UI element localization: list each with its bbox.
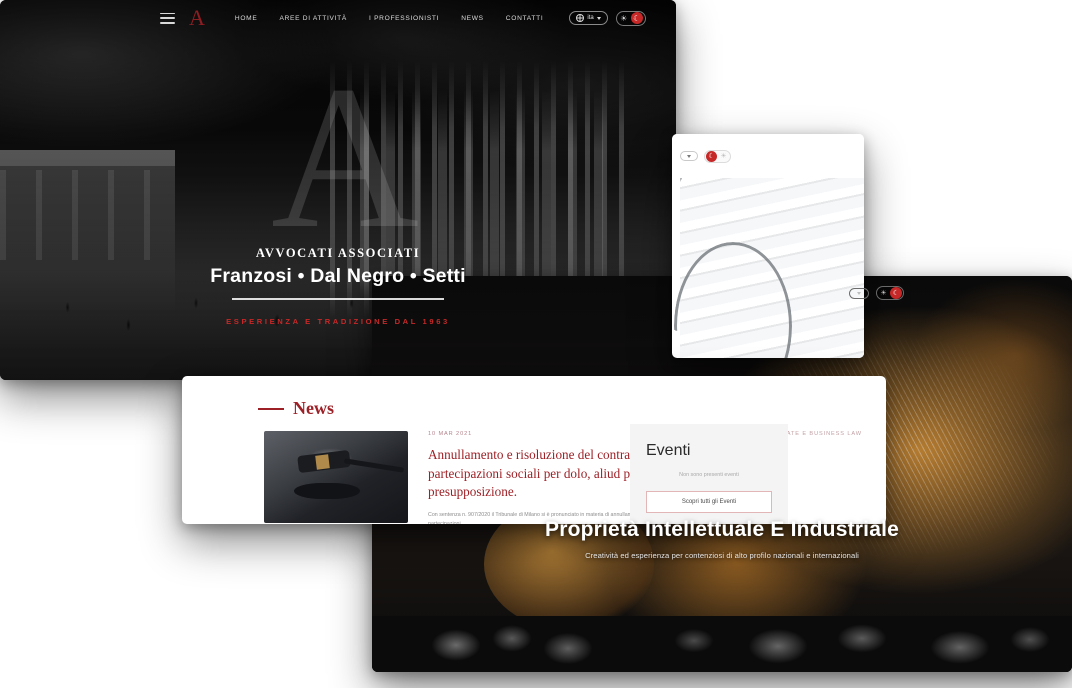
hero-title: Franzosi • Dal Negro • Setti <box>210 265 466 287</box>
news-date: 10 MAR 2021 <box>428 431 473 437</box>
theme-toggle[interactable]: ☀ ☾ <box>615 10 646 26</box>
theme-toggle[interactable]: ☀ ☾ <box>876 286 904 300</box>
documents-navbar: ☾ ☀ <box>672 134 864 178</box>
brand-logo[interactable]: A <box>189 7 205 29</box>
hero-window: A A HOME AREE DI ATTIVITÀ I PROFESSIONIS… <box>0 0 676 380</box>
sun-icon: ☀ <box>720 153 727 160</box>
chevron-down-icon <box>596 16 601 20</box>
gavel-handle-shape <box>343 458 405 473</box>
theme-toggle[interactable]: ☾ ☀ <box>704 149 731 163</box>
eventi-cta-button[interactable]: Scopri tutti gli Eventi <box>646 491 772 513</box>
hero-copy-block: AVVOCATI ASSOCIATI Franzosi • Dal Negro … <box>0 246 676 326</box>
screenshot-stage: A A HOME AREE DI ATTIVITÀ I PROFESSIONIS… <box>0 0 1072 688</box>
sun-icon: ☀ <box>880 290 887 297</box>
eventi-title: Eventi <box>646 442 691 459</box>
primary-navigation: HOME AREE DI ATTIVITÀ I PROFESSIONISTI N… <box>235 15 543 22</box>
documents-photo <box>674 178 864 358</box>
nav-item-i-professionisti[interactable]: I PROFESSIONISTI <box>369 15 439 22</box>
globe-icon <box>576 14 585 22</box>
moon-icon: ☾ <box>706 150 717 162</box>
language-value: ita <box>587 15 594 21</box>
chevron-down-icon <box>857 291 861 295</box>
moon-icon: ☾ <box>890 287 902 299</box>
practice-area-subtitle: Creatività ed esperienza per contenziosi… <box>585 551 859 560</box>
news-section-header: News <box>182 376 886 419</box>
hero-divider <box>232 298 444 300</box>
gavel-band-shape <box>315 454 330 470</box>
practice-area-title: Proprietà Intellettuale E Industriale <box>545 518 899 541</box>
practice-area-copy: Proprietà Intellettuale E Industriale Cr… <box>372 518 1072 560</box>
moon-icon: ☾ <box>630 12 643 24</box>
hamburger-menu-icon[interactable] <box>160 12 175 24</box>
monogram-watermark: A <box>270 44 419 271</box>
eventi-card: Eventi Non sono presenti eventi Scopri t… <box>630 424 788 524</box>
nav-item-news[interactable]: NEWS <box>461 15 484 22</box>
hero-navbar: A HOME AREE DI ATTIVITÀ I PROFESSIONISTI… <box>0 0 676 36</box>
language-selector[interactable] <box>849 287 869 299</box>
navbar-utilities: ita ☀ ☾ <box>569 10 646 26</box>
section-dash-icon <box>258 407 284 410</box>
eventi-empty-message: Non sono presenti eventi <box>679 472 739 478</box>
documents-window: ☾ ☀ <box>672 134 864 358</box>
hero-kicker: AVVOCATI ASSOCIATI <box>255 246 421 260</box>
news-window: News 10 MAR 2021 CORPORATE E BUSINESS LA… <box>182 376 886 524</box>
nav-item-aree-di-attivita[interactable]: AREE DI ATTIVITÀ <box>279 15 347 22</box>
nav-item-contatti[interactable]: CONTATTI <box>506 15 544 22</box>
language-selector[interactable]: ita <box>569 11 608 25</box>
chevron-down-icon <box>687 154 691 158</box>
language-selector[interactable] <box>680 151 698 161</box>
news-section-title: News <box>293 398 334 418</box>
sun-icon: ☀ <box>620 13 628 23</box>
nav-item-home[interactable]: HOME <box>235 15 258 22</box>
news-thumbnail[interactable] <box>264 431 408 523</box>
practice-area-footer-texture <box>372 616 1072 672</box>
hero-tagline: ESPERIENZA E TRADIZIONE DAL 1963 <box>226 316 450 326</box>
gavel-base-shape <box>294 483 360 499</box>
